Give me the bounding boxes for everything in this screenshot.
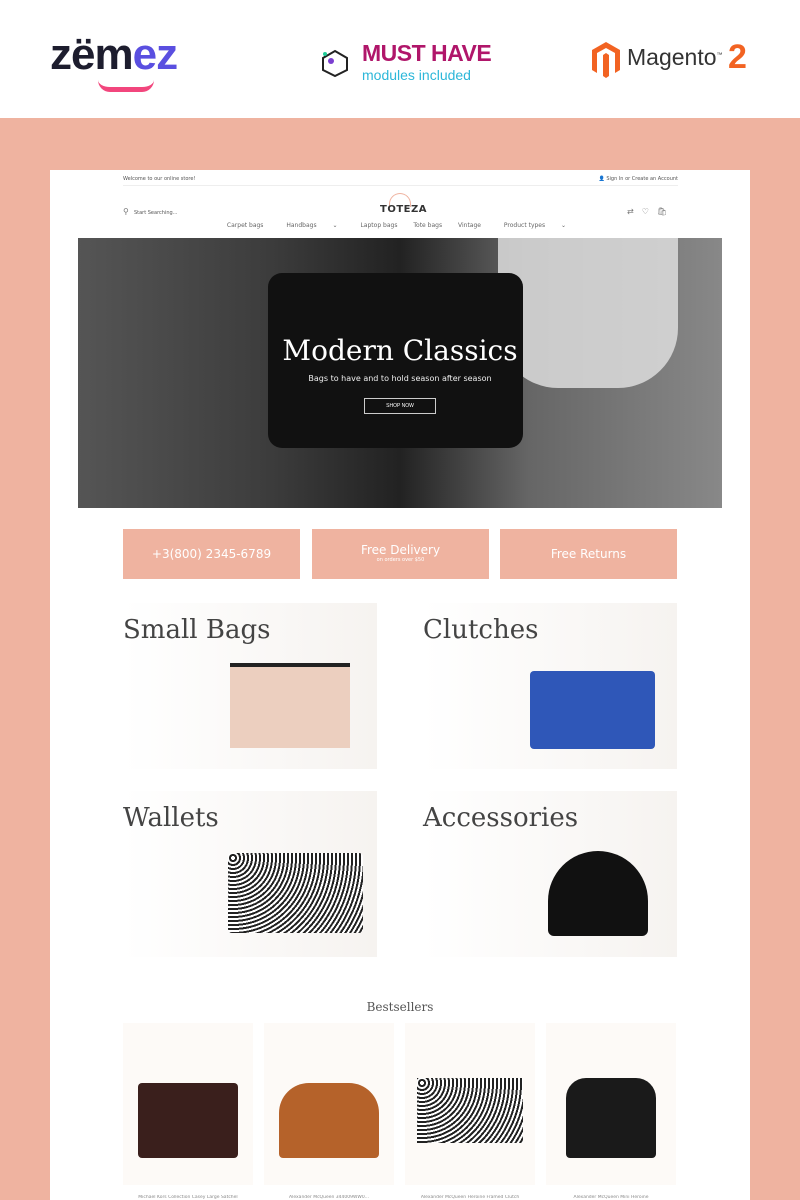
store-logo[interactable]: TOTEZA: [380, 204, 427, 215]
wallet-image: [228, 853, 363, 933]
top-bar: Welcome to our online store! 👤 Sign In o…: [123, 176, 678, 186]
account-links: 👤 Sign In or Create an Account: [599, 176, 679, 182]
product-name[interactable]: Michael Kors Collection Casey Large Satc…: [123, 1195, 253, 1200]
chevron-down-icon: ⌄: [561, 222, 567, 229]
nav-carpet-bags[interactable]: Carpet bags: [227, 222, 264, 229]
user-icon: 👤: [598, 176, 605, 182]
magento-wordmark: Magento™: [627, 44, 723, 70]
product-card[interactable]: [264, 1023, 394, 1185]
cart-icon[interactable]: 🛍: [657, 207, 675, 216]
sign-in-link[interactable]: Sign In: [606, 176, 623, 182]
create-account-link[interactable]: Create an Account: [632, 176, 678, 182]
zemes-logo: zëmez: [50, 30, 178, 79]
or-text: or: [625, 176, 631, 182]
compare-icon[interactable]: ⇄: [627, 207, 642, 216]
accessory-bag-image: [548, 851, 648, 936]
nav-vintage[interactable]: Vintage: [458, 222, 481, 229]
category-clutches[interactable]: Clutches: [423, 603, 677, 769]
wishlist-heart-icon[interactable]: ♡: [642, 207, 657, 216]
header-icons: ⇄♡🛍: [627, 199, 675, 218]
modules-hexagon-icon: [322, 49, 348, 78]
hero-title: Modern Classics: [282, 334, 518, 367]
search-icon: ⚲: [123, 207, 129, 216]
must-have-subtitle: modules included: [362, 67, 471, 83]
promo-banner: zëmez MUST HAVE modules included Magento…: [0, 0, 800, 118]
zemes-logo-smile: [98, 80, 154, 92]
nav-handbags[interactable]: Handbags ⌄: [279, 222, 344, 229]
feature-free-delivery[interactable]: Free Delivery on orders over $50: [312, 529, 489, 579]
magento-icon: [592, 42, 620, 78]
category-small-bags[interactable]: Small Bags: [123, 603, 377, 769]
product-card[interactable]: [123, 1023, 253, 1185]
main-nav: Carpet bags Handbags ⌄ Laptop bags Tote …: [50, 222, 750, 229]
product-card[interactable]: [405, 1023, 535, 1185]
product-name[interactable]: Alexander McQueen Heroine Framed Clutch: [405, 1195, 535, 1200]
small-bag-image: [230, 663, 350, 748]
hero-banner[interactable]: Modern Classics Bags to have and to hold…: [78, 238, 722, 508]
must-have-title: MUST HAVE: [362, 40, 492, 66]
magento-version: 2: [728, 38, 747, 76]
clutch-image: [530, 671, 655, 749]
nav-product-types[interactable]: Product types ⌄: [497, 222, 573, 229]
shop-now-button[interactable]: SHOP NOW: [364, 398, 436, 414]
search-box[interactable]: ⚲ Start Searching...: [123, 199, 177, 218]
hero-subtitle: Bags to have and to hold season after se…: [308, 374, 492, 383]
welcome-text: Welcome to our online store!: [123, 176, 196, 182]
bestsellers-title: Bestsellers: [366, 1000, 434, 1014]
category-wallets[interactable]: Wallets: [123, 791, 377, 957]
product-card[interactable]: [546, 1023, 676, 1185]
feature-phone[interactable]: +3(800) 2345-6789: [123, 529, 300, 579]
category-accessories[interactable]: Accessories: [423, 791, 677, 957]
search-input[interactable]: Start Searching...: [134, 210, 177, 216]
feature-free-returns[interactable]: Free Returns: [500, 529, 677, 579]
product-name[interactable]: Alexander McQueen Mini Heroine: [546, 1195, 676, 1200]
store-page: Welcome to our online store! 👤 Sign In o…: [50, 170, 750, 1200]
nav-laptop-bags[interactable]: Laptop bags: [360, 222, 397, 229]
product-name[interactable]: Alexander McQueen 344009WW0...: [264, 1195, 394, 1200]
chevron-down-icon: ⌄: [332, 222, 338, 229]
nav-tote-bags[interactable]: Tote bags: [413, 222, 442, 229]
